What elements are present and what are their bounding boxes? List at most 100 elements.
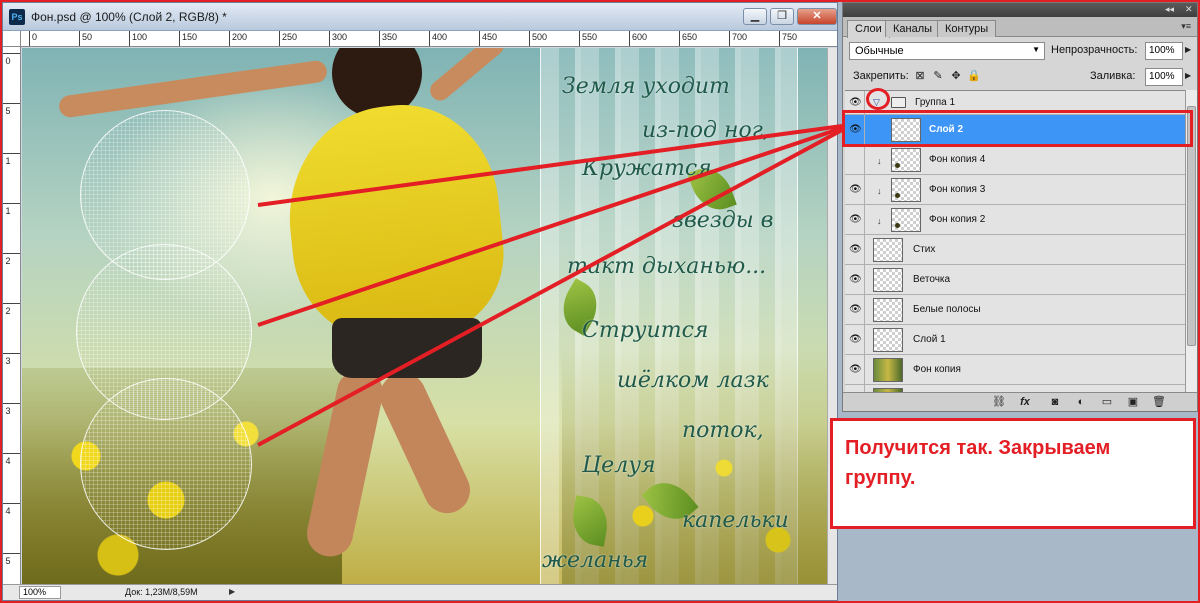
- panel-menu-icon[interactable]: ▾≡: [1181, 21, 1191, 32]
- visibility-toggle[interactable]: 👁: [845, 295, 865, 324]
- restore-button[interactable]: ❐: [770, 8, 794, 25]
- visibility-toggle[interactable]: [845, 145, 865, 174]
- layer-name: Фон копия 2: [929, 214, 986, 225]
- mask-icon[interactable]: ◙: [1047, 395, 1063, 409]
- panel-tabs: Слои Каналы Контуры ▾≡: [843, 17, 1197, 38]
- layers-panel: ◂◂ ✕ Слои Каналы Контуры ▾≡ Обычные ▼ Не…: [842, 2, 1198, 412]
- visibility-toggle[interactable]: 👁: [845, 205, 865, 234]
- opacity-label: Непрозрачность:: [1051, 44, 1138, 56]
- lock-transparency-icon[interactable]: ⊠: [913, 69, 927, 83]
- layer-row-fon-kopiya-2[interactable]: 👁 ↓ Фон копия 2: [845, 205, 1185, 235]
- group-expand-triangle-icon[interactable]: ▽: [873, 97, 880, 108]
- layer-row-partial[interactable]: [845, 385, 1185, 392]
- visibility-toggle[interactable]: 👁: [845, 115, 865, 144]
- visibility-toggle[interactable]: [845, 385, 865, 392]
- person-shorts: [332, 318, 482, 378]
- layer-name: Слой 2: [929, 124, 964, 135]
- status-menu-arrow-icon[interactable]: ▶: [229, 587, 235, 596]
- ruler-label: 2: [5, 256, 11, 266]
- lock-position-move-icon[interactable]: ✥: [949, 69, 963, 83]
- tab-paths[interactable]: Контуры: [937, 20, 997, 37]
- layer-thumbnail: [891, 118, 921, 142]
- ruler-corner[interactable]: [3, 31, 21, 47]
- poem-line: желанья: [542, 548, 649, 573]
- decorative-circle-bottom: [80, 378, 252, 550]
- visibility-toggle[interactable]: 👁: [845, 91, 865, 114]
- collapse-icon[interactable]: ◂◂: [1165, 4, 1174, 15]
- layer-row-stikh[interactable]: 👁 Стих: [845, 235, 1185, 265]
- panel-close-icon[interactable]: ✕: [1185, 4, 1193, 15]
- visibility-toggle[interactable]: 👁: [845, 265, 865, 294]
- panel-header-strip[interactable]: ◂◂ ✕: [843, 3, 1197, 17]
- layer-thumbnail: [873, 268, 903, 292]
- vertical-ruler[interactable]: 0 5 1 1 2 2 3 3 4 4 5: [3, 47, 21, 585]
- layer-row-fon-kopiya-4[interactable]: ↓ Фон копия 4: [845, 145, 1185, 175]
- layer-name: Белые полосы: [913, 304, 981, 315]
- new-layer-icon[interactable]: ▣: [1125, 395, 1141, 409]
- poem-line: капельки: [682, 508, 789, 533]
- visibility-toggle[interactable]: 👁: [845, 235, 865, 264]
- layer-row-fon-kopiya[interactable]: 👁 Фон копия: [845, 355, 1185, 385]
- layer-row-fon-kopiya-3[interactable]: 👁 ↓ Фон копия 3: [845, 175, 1185, 205]
- blend-mode-value: Обычные: [855, 45, 904, 57]
- zoom-field[interactable]: 100%: [19, 586, 61, 599]
- ruler-label: 4: [5, 506, 11, 516]
- lock-all-icon[interactable]: 🔒: [967, 69, 981, 83]
- annotation-text: Получится так. Закрываем группу.: [845, 437, 1111, 489]
- opacity-field[interactable]: 100%: [1145, 42, 1183, 60]
- adjustment-icon[interactable]: ◐: [1073, 395, 1089, 409]
- new-group-icon[interactable]: ▭: [1099, 395, 1115, 409]
- eye-icon: 👁: [849, 123, 862, 135]
- tab-layers[interactable]: Слои: [847, 20, 890, 38]
- ruler-tick: [3, 453, 20, 454]
- fx-icon[interactable]: fx: [1017, 395, 1033, 409]
- document-titlebar[interactable]: Ps Фон.psd @ 100% (Слой 2, RGB/8) * ▁ ❐ …: [3, 3, 837, 31]
- ruler-tick: [479, 31, 480, 46]
- ruler-label: 750: [782, 32, 798, 42]
- lock-image-brush-icon[interactable]: ✎: [931, 69, 945, 83]
- link-icon[interactable]: ⛓: [991, 395, 1007, 409]
- visibility-toggle[interactable]: 👁: [845, 175, 865, 204]
- ruler-label: 250: [282, 32, 298, 42]
- layer-thumbnail: [891, 208, 921, 232]
- layer-thumbnail: [891, 178, 921, 202]
- document-canvas[interactable]: Земля уходит из-под ног, Кружатся звезды…: [22, 48, 827, 584]
- ruler-label: 4: [5, 456, 11, 466]
- layer-name: Слой 1: [913, 334, 946, 345]
- layers-panel-toolbar: ⛓ fx ◙ ◐ ▭ ▣ 🗑: [843, 392, 1197, 411]
- minimize-button[interactable]: ▁: [743, 8, 767, 25]
- close-button[interactable]: ✕: [797, 8, 837, 25]
- ruler-label: 700: [732, 32, 748, 42]
- blend-mode-select[interactable]: Обычные ▼: [849, 42, 1045, 60]
- layer-row-vetochka[interactable]: 👁 Веточка: [845, 265, 1185, 295]
- ruler-tick: [529, 31, 530, 46]
- poem-line: звезды в: [672, 208, 774, 233]
- layer-row-sloy-2[interactable]: 👁 Слой 2: [845, 115, 1185, 145]
- visibility-toggle[interactable]: 👁: [845, 355, 865, 384]
- tab-channels[interactable]: Каналы: [885, 20, 941, 37]
- eye-icon: 👁: [849, 183, 862, 195]
- ruler-tick: [229, 31, 230, 46]
- trash-icon[interactable]: 🗑: [1151, 395, 1167, 409]
- ruler-label: 500: [532, 32, 548, 42]
- visibility-toggle[interactable]: 👁: [845, 325, 865, 354]
- ruler-label: 3: [5, 406, 11, 416]
- fill-field[interactable]: 100%: [1145, 68, 1183, 86]
- horizontal-ruler[interactable]: 0 50 100 150 200 250 300 350 400 450 500 550 600 650 7…: [21, 31, 837, 47]
- ruler-label: 5: [5, 106, 11, 116]
- layer-name: Стих: [913, 244, 936, 255]
- poem-line: Целуя: [582, 453, 656, 478]
- opacity-slider-arrow-icon[interactable]: ▶: [1185, 45, 1191, 54]
- layer-group-row[interactable]: 👁 ▽ Группа 1: [845, 91, 1185, 115]
- layers-scrollbar[interactable]: [1185, 90, 1197, 392]
- layer-row-sloy-1[interactable]: 👁 Слой 1: [845, 325, 1185, 355]
- ruler-tick: [329, 31, 330, 46]
- fill-slider-arrow-icon[interactable]: ▶: [1185, 71, 1191, 80]
- eye-icon: 👁: [849, 273, 862, 285]
- person-right-leg: [372, 365, 478, 521]
- status-bar: 100% Док: 1,23M/8,59M ▶: [3, 584, 837, 600]
- lock-label: Закрепить:: [853, 70, 909, 82]
- layer-row-belye-polosy[interactable]: 👁 Белые полосы: [845, 295, 1185, 325]
- ruler-label: 3: [5, 356, 11, 366]
- scrollbar-thumb[interactable]: [1187, 106, 1196, 346]
